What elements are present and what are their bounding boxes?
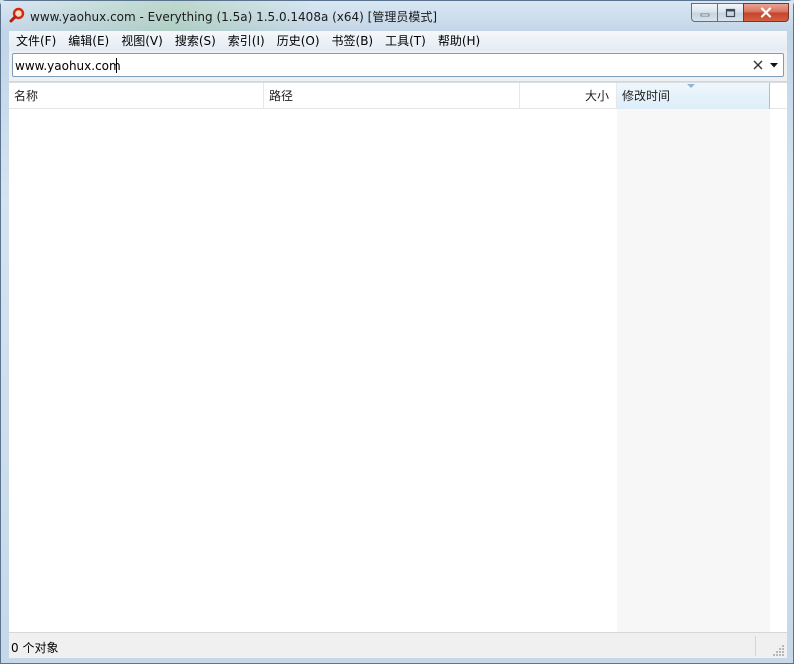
close-button[interactable] <box>743 3 789 22</box>
menu-bar: 文件(F) 编辑(E) 视图(V) 搜索(S) 索引(I) 历史(O) 书签(B… <box>9 31 787 51</box>
column-header-name[interactable]: 名称 <box>9 83 264 109</box>
restore-icon <box>725 8 736 17</box>
close-icon <box>760 7 772 18</box>
menu-index[interactable]: 索引(I) <box>222 31 271 51</box>
minimize-button[interactable] <box>691 3 717 22</box>
minimize-icon <box>700 13 709 16</box>
magnifier-icon[interactable] <box>9 7 25 23</box>
app-window: www.yaohux.com - Everything (1.5a) 1.5.0… <box>0 0 794 664</box>
sorted-column-highlight <box>617 109 770 633</box>
text-caret <box>116 58 117 73</box>
clear-icon[interactable] <box>751 58 765 72</box>
menu-edit[interactable]: 编辑(E) <box>62 31 115 51</box>
column-header-modified[interactable]: 修改时间 <box>617 83 770 109</box>
menu-search[interactable]: 搜索(S) <box>169 31 222 51</box>
column-header-modified-label: 修改时间 <box>622 89 671 103</box>
maximize-button[interactable] <box>717 3 743 22</box>
status-bar: 0 个对象 <box>9 632 787 658</box>
title-bar[interactable]: www.yaohux.com - Everything (1.5a) 1.5.0… <box>1 1 793 31</box>
menu-view[interactable]: 视图(V) <box>115 31 169 51</box>
search-bar <box>9 51 787 81</box>
vertical-scroll-area <box>770 109 787 633</box>
column-header-size[interactable]: 大小 <box>520 83 617 109</box>
sort-ascending-icon <box>687 84 695 88</box>
column-header-path[interactable]: 路径 <box>264 83 520 109</box>
resize-grip-icon[interactable] <box>773 644 785 656</box>
status-object-count: 0 个对象 <box>11 641 59 655</box>
menu-help[interactable]: 帮助(H) <box>432 31 486 51</box>
column-header-filler <box>770 83 787 109</box>
menu-history[interactable]: 历史(O) <box>271 31 326 51</box>
search-box[interactable] <box>12 53 784 77</box>
menu-file[interactable]: 文件(F) <box>10 31 62 51</box>
search-input[interactable] <box>15 57 715 74</box>
window-title: www.yaohux.com - Everything (1.5a) 1.5.0… <box>30 10 438 24</box>
status-divider <box>755 636 756 656</box>
chevron-down-icon[interactable] <box>767 58 781 72</box>
menu-tools[interactable]: 工具(T) <box>379 31 432 51</box>
window-controls <box>691 3 789 22</box>
column-header-row: 名称 路径 大小 修改时间 <box>9 83 787 109</box>
results-list[interactable]: 名称 路径 大小 修改时间 <box>9 82 787 633</box>
menu-bookmarks[interactable]: 书签(B) <box>326 31 380 51</box>
